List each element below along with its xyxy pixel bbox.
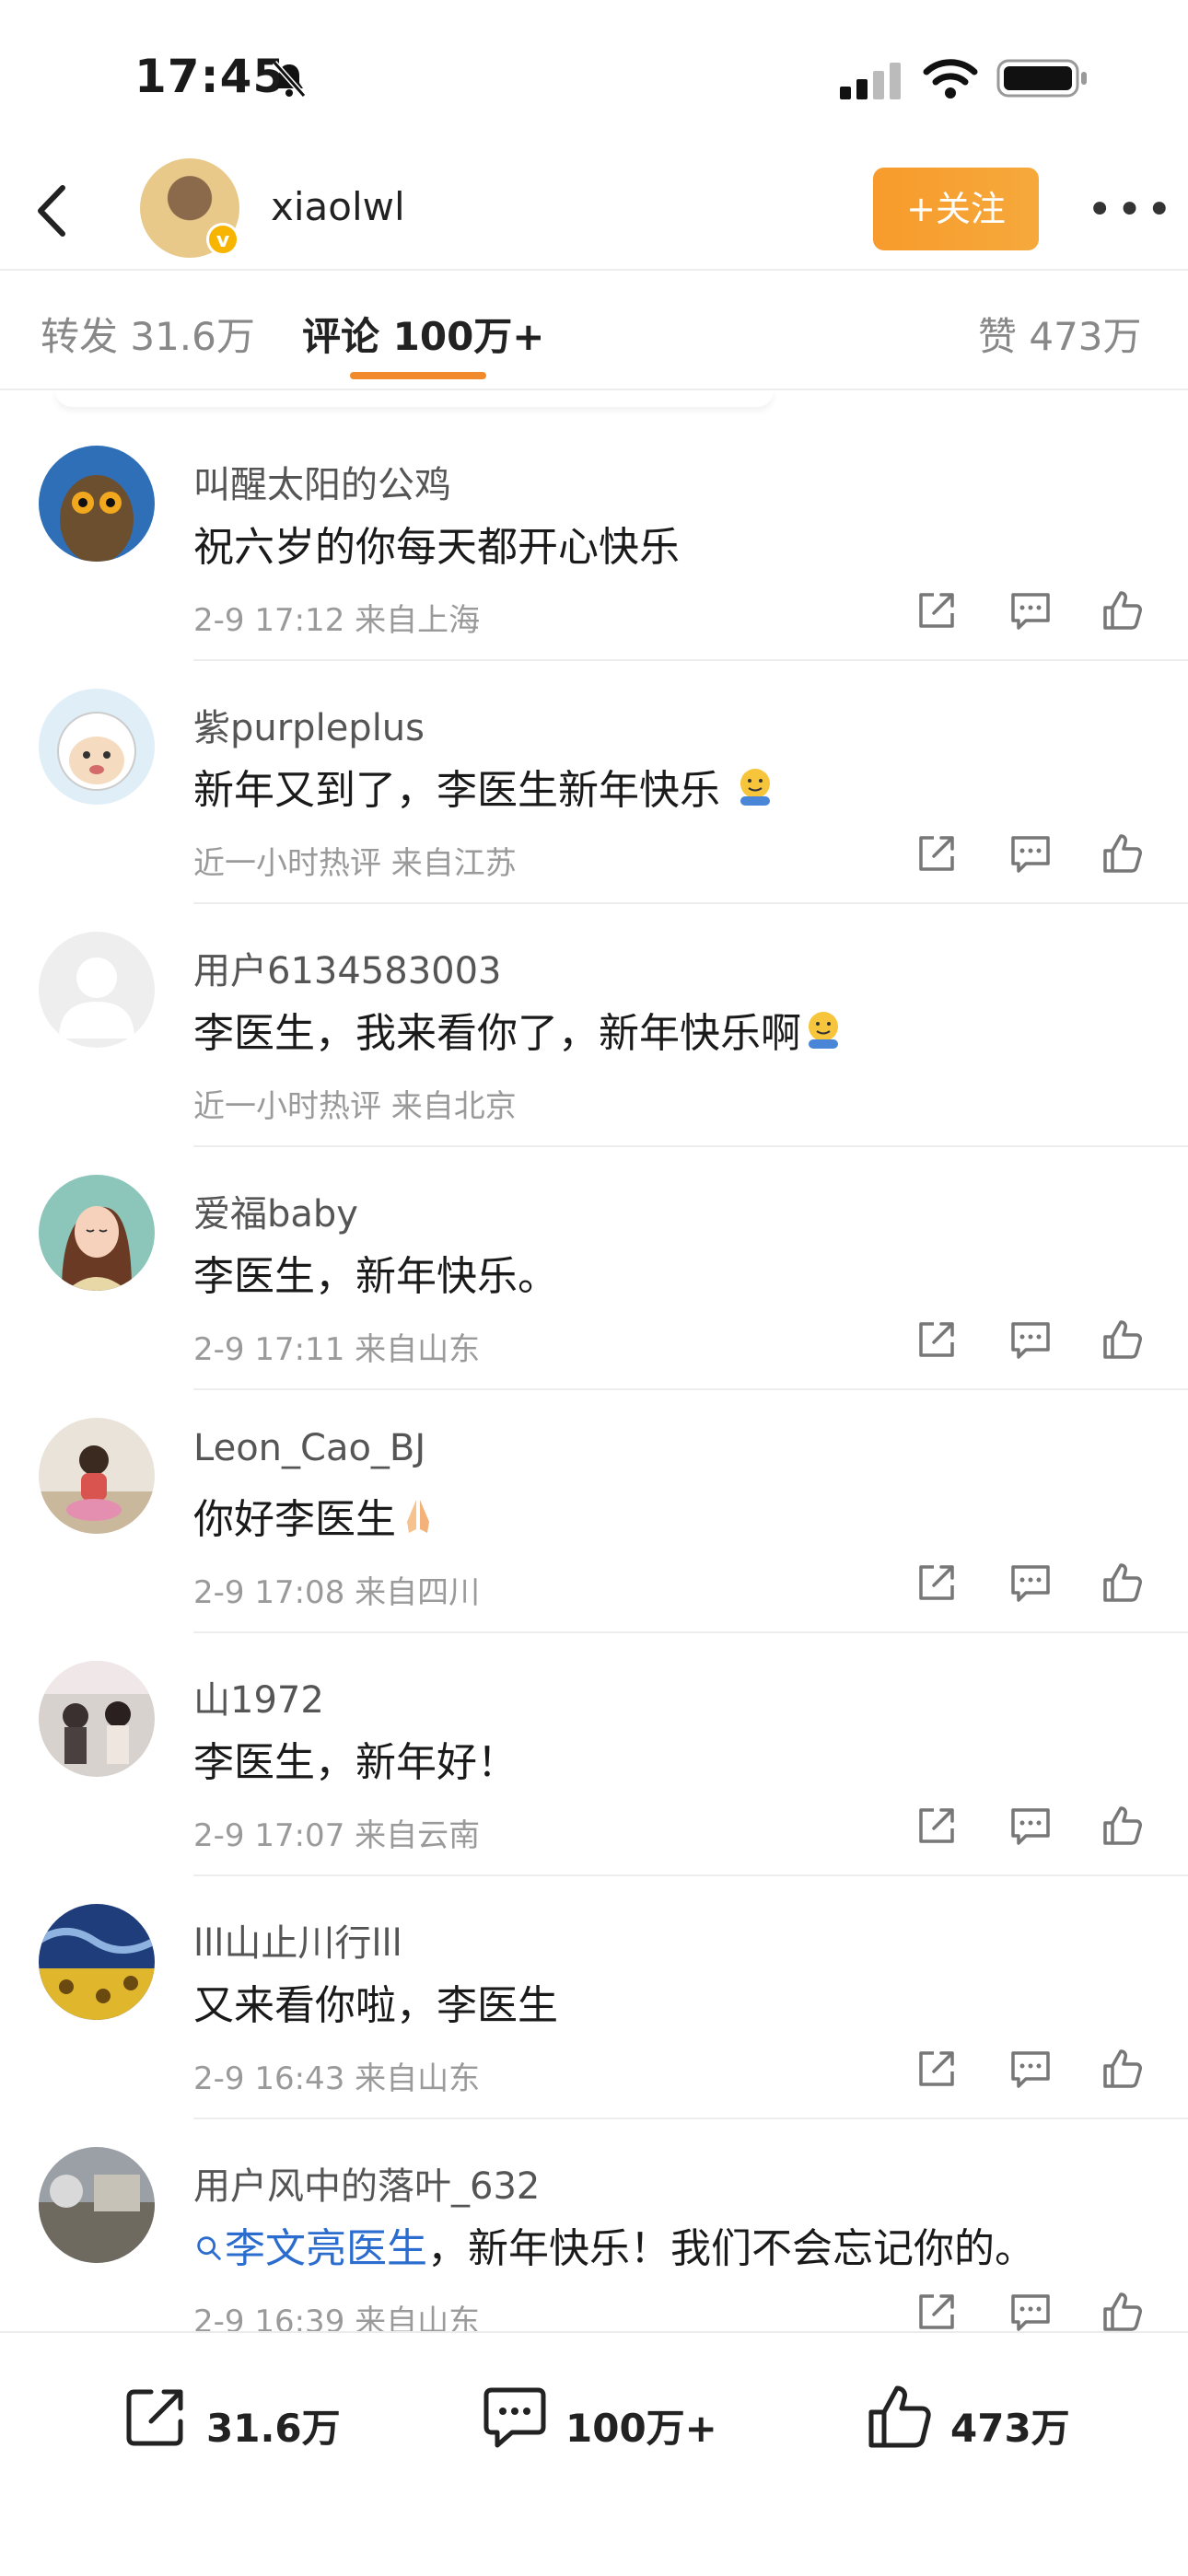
tab-comment[interactable]: 评论 100万+ — [302, 306, 545, 362]
comment-text: 李医生，新年好！ — [193, 1739, 518, 1786]
commenter-name[interactable]: Leon_Cao_BJ — [193, 1427, 425, 1469]
follow-button[interactable]: +关注 — [873, 168, 1039, 250]
comment-text: 李医生，新年快乐。 — [193, 1253, 558, 1300]
comment-text: 新年又到了，李医生新年快乐 — [193, 757, 777, 816]
comment-meta: 2-9 17:11 来自山东 — [193, 1331, 481, 1368]
commenter-avatar[interactable] — [39, 1661, 155, 1777]
status-time: 17:45 — [134, 50, 286, 103]
reply-icon[interactable] — [1007, 1803, 1054, 1849]
comment-meta: 2-9 17:12 来自上海 — [193, 602, 481, 639]
search-topic-icon — [197, 2236, 221, 2260]
repost-count: 31.6万 — [206, 2406, 341, 2451]
commenter-avatar[interactable] — [39, 1175, 155, 1291]
like-icon[interactable] — [1100, 1560, 1146, 1606]
like-icon[interactable] — [1100, 1803, 1146, 1849]
commenter-name[interactable]: lll山止川行lll — [193, 1913, 402, 1967]
comment-button[interactable]: 100万+ — [479, 2375, 737, 2458]
comment-item[interactable]: 爱福baby 李医生，新年快乐。 2-9 17:11 来自山东 — [0, 1147, 1188, 1390]
tab-repost[interactable]: 转发 31.6万 — [41, 306, 255, 362]
share-icon[interactable] — [914, 1317, 960, 1363]
comment-item[interactable]: 紫purpleplus 新年又到了，李医生新年快乐 近一小时热评 来自江苏 — [0, 661, 1188, 904]
topic-link[interactable]: 李文亮医生 — [225, 2225, 427, 2272]
tab-like[interactable]: 赞 473万 — [978, 306, 1142, 362]
comment-text-content: 你好李医生 — [193, 1496, 396, 1543]
comment-text: 你好李医生 — [193, 1486, 440, 1545]
comment-text-content: 新年又到了，李医生新年快乐 — [193, 767, 720, 814]
comment-item[interactable]: lll山止川行lll 又来看你啦，李医生 2-9 16:43 来自山东 — [0, 1876, 1188, 2119]
comment-item[interactable]: Leon_Cao_BJ 你好李医生 2-9 17:08 来自四川 — [0, 1390, 1188, 1633]
comment-text-content: 李医生，我来看你了，新年快乐啊 — [193, 1010, 801, 1057]
like-icon[interactable] — [1100, 2289, 1146, 2335]
commenter-avatar[interactable] — [39, 1904, 155, 2020]
share-icon[interactable] — [914, 1803, 960, 1849]
comment-meta: 近一小时热评 来自江苏 — [193, 845, 517, 882]
comment-text: 李医生，我来看你了，新年快乐啊 — [193, 1000, 845, 1059]
post-tabs: 转发 31.6万 评论 100万+ 赞 473万 — [0, 269, 1188, 390]
repost-icon — [126, 2389, 183, 2446]
comment-text-content: ，新年快乐！我们不会忘记你的。 — [427, 2225, 1035, 2272]
reply-icon[interactable] — [1007, 1560, 1054, 1606]
comment-text: 李文亮医生，新年快乐！我们不会忘记你的。 — [193, 2215, 1035, 2274]
comment-icon — [483, 2387, 546, 2448]
battery-icon — [996, 59, 1087, 98]
back-arrow-icon[interactable] — [28, 179, 83, 243]
silent-bell-icon — [272, 61, 307, 98]
author-username[interactable]: xiaolwl — [271, 184, 405, 229]
reply-icon[interactable] — [1007, 1317, 1054, 1363]
commenter-name[interactable]: 山1972 — [193, 1670, 324, 1723]
comment-meta: 2-9 17:08 来自四川 — [193, 1574, 481, 1611]
bottom-action-bar: 31.6万 100万+ 473万 — [0, 2331, 1188, 2576]
wifi-icon — [923, 59, 978, 99]
commenter-name[interactable]: 用户6134583003 — [193, 941, 502, 994]
share-icon[interactable] — [914, 2289, 960, 2335]
reply-icon[interactable] — [1007, 2289, 1054, 2335]
commenter-avatar[interactable] — [39, 932, 155, 1048]
verified-badge-icon: v — [206, 223, 239, 256]
comment-item[interactable]: 叫醒太阳的公鸡 祝六岁的你每天都开心快乐 2-9 17:12 来自上海 — [0, 418, 1188, 661]
like-icon[interactable] — [1100, 1317, 1146, 1363]
commenter-name[interactable]: 紫purpleplus — [193, 698, 425, 751]
more-options-icon[interactable]: ••• — [1087, 184, 1172, 239]
like-icon[interactable] — [1100, 587, 1146, 633]
comment-item[interactable]: 用户6134583003 李医生，我来看你了，新年快乐啊 近一小时热评 来自北京 — [0, 904, 1188, 1147]
share-icon[interactable] — [914, 2046, 960, 2092]
commenter-avatar[interactable] — [39, 1418, 155, 1534]
comment-meta: 近一小时热评 来自北京 — [193, 1088, 517, 1125]
comment-text: 又来看你啦，李医生 — [193, 1982, 558, 2029]
post-header: v xiaolwl +关注 ••• — [0, 157, 1188, 271]
commenter-avatar[interactable] — [39, 446, 155, 562]
share-icon[interactable] — [914, 587, 960, 633]
reply-icon[interactable] — [1007, 830, 1054, 876]
like-icon[interactable] — [1100, 2046, 1146, 2092]
like-icon[interactable] — [1100, 830, 1146, 876]
hug-emoji-icon — [809, 1012, 838, 1049]
commenter-avatar[interactable] — [39, 2147, 155, 2263]
hug-emoji-icon — [740, 769, 770, 806]
like-button[interactable]: 473万 — [864, 2375, 1103, 2458]
comment-item[interactable]: 用户风中的落叶_632 李文亮医生，新年快乐！我们不会忘记你的。 2-9 16:… — [0, 2119, 1188, 2362]
repost-button[interactable]: 31.6万 — [120, 2375, 359, 2458]
cellular-signal-icon — [840, 63, 901, 99]
reply-icon[interactable] — [1007, 2046, 1054, 2092]
commenter-name[interactable]: 叫醒太阳的公鸡 — [193, 455, 451, 508]
like-count: 473万 — [950, 2406, 1070, 2451]
reply-icon[interactable] — [1007, 587, 1054, 633]
thumbs-up-icon — [868, 2385, 931, 2448]
pray-emoji-icon — [407, 1500, 429, 1533]
commenter-avatar[interactable] — [39, 689, 155, 805]
status-bar: 17:45 — [0, 0, 1188, 157]
share-icon[interactable] — [914, 1560, 960, 1606]
collapsed-card-edge — [55, 390, 774, 407]
comment-item[interactable]: 山1972 李医生，新年好！ 2-9 17:07 来自云南 — [0, 1633, 1188, 1876]
share-icon[interactable] — [914, 830, 960, 876]
comment-meta: 2-9 17:07 来自云南 — [193, 1817, 481, 1854]
commenter-name[interactable]: 爱福baby — [193, 1184, 358, 1237]
active-tab-indicator — [350, 372, 486, 379]
commenter-name[interactable]: 用户风中的落叶_632 — [193, 2156, 540, 2210]
comment-text: 祝六岁的你每天都开心快乐 — [193, 524, 680, 571]
comment-meta: 2-9 16:43 来自山东 — [193, 2060, 481, 2097]
comment-count: 100万+ — [565, 2406, 717, 2451]
